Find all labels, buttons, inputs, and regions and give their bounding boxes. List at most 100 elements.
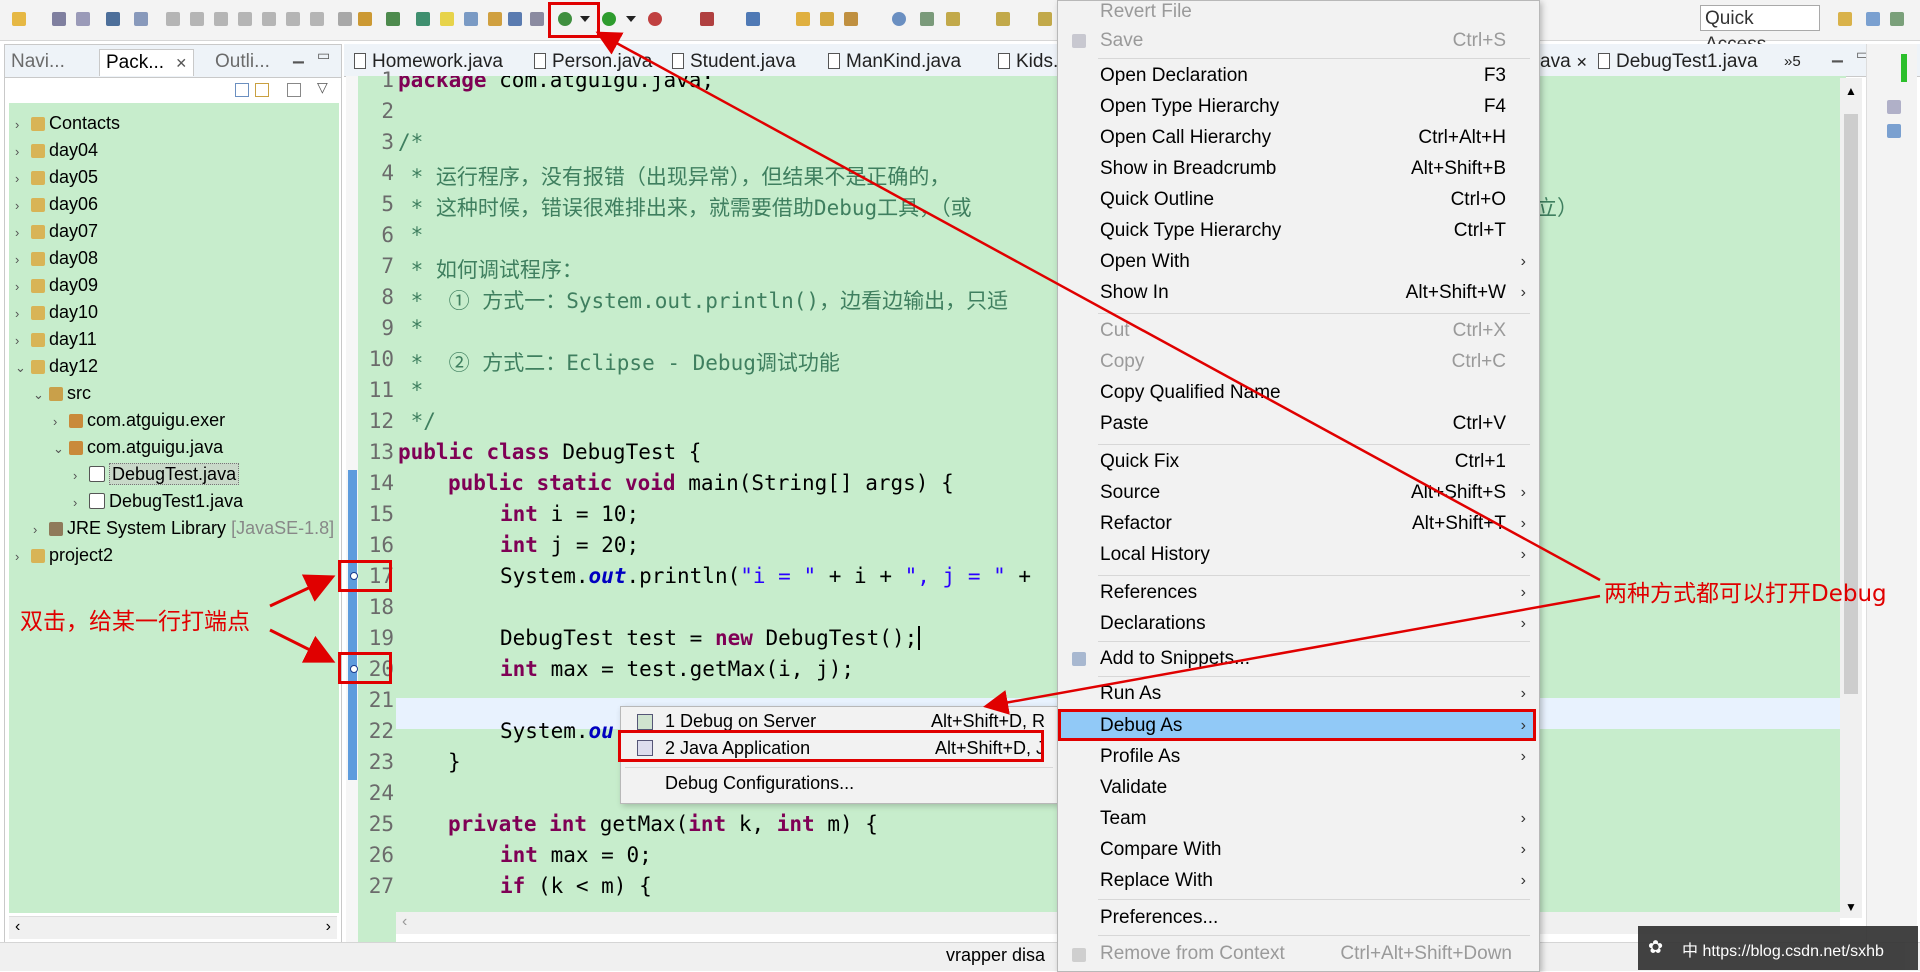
scroll-down-icon[interactable]: ▼ bbox=[1845, 900, 1857, 914]
expand-icon[interactable]: › bbox=[15, 248, 29, 272]
open-file-icon[interactable] bbox=[820, 12, 834, 26]
editor-tab-person[interactable]: Person.java bbox=[534, 49, 652, 75]
tree-item-day12[interactable]: ⌄ day12 bbox=[15, 354, 98, 378]
menu-item-open-with[interactable]: Open With › bbox=[1100, 248, 1528, 276]
expand-icon[interactable]: › bbox=[73, 464, 87, 488]
menu-item-quick-type-hierarchy[interactable]: Quick Type Hierarchy Ctrl+T bbox=[1100, 217, 1528, 245]
tree-item-day08[interactable]: › day08 bbox=[15, 246, 98, 270]
disconnect-icon[interactable] bbox=[238, 12, 252, 26]
tree-item-day11[interactable]: › day11 bbox=[15, 327, 97, 351]
expand-icon[interactable]: › bbox=[15, 140, 29, 164]
expand-icon[interactable]: › bbox=[15, 302, 29, 326]
collapse-icon[interactable]: ⌄ bbox=[15, 356, 29, 380]
view-menu-icon[interactable]: ▽ bbox=[317, 79, 328, 96]
expand-icon[interactable]: › bbox=[15, 221, 29, 245]
step-return-icon[interactable] bbox=[310, 12, 324, 26]
tree-item-jre-library[interactable]: › JRE System Library [JavaSE-1.8] bbox=[33, 516, 334, 540]
menu-item-source[interactable]: Source Alt+Shift+S › bbox=[1100, 479, 1528, 507]
collapse-icon[interactable]: ⌄ bbox=[53, 437, 67, 461]
tree-item-package-exer[interactable]: › com.atguigu.exer bbox=[53, 408, 225, 432]
open-resource-icon[interactable] bbox=[508, 12, 522, 26]
paragraph-icon[interactable] bbox=[530, 12, 544, 26]
menu-item-run-as[interactable]: Run As › bbox=[1100, 680, 1528, 708]
menu-item-show-in-breadcrumb[interactable]: Show in Breadcrumb Alt+Shift+B bbox=[1100, 155, 1528, 183]
suspend-icon[interactable] bbox=[190, 12, 204, 26]
menu-item-profile-as[interactable]: Profile As › bbox=[1100, 743, 1528, 771]
tab-outline[interactable]: Outli... bbox=[215, 49, 270, 75]
menu-item-show-in[interactable]: Show In Alt+Shift+W › bbox=[1100, 279, 1528, 307]
expand-icon[interactable]: › bbox=[73, 491, 87, 515]
minimize-icon[interactable]: ▁ bbox=[293, 47, 304, 64]
new-file-icon[interactable] bbox=[12, 12, 26, 26]
maximize-icon[interactable]: ▭ bbox=[317, 47, 330, 64]
side-toolbar-icon[interactable] bbox=[1887, 100, 1901, 114]
menu-item-add-to-snippets[interactable]: Add to Snippets... bbox=[1100, 645, 1528, 673]
step-over-icon[interactable] bbox=[286, 12, 300, 26]
tree-item-day10[interactable]: › day10 bbox=[15, 300, 98, 324]
menu-item-open-type-hierarchy[interactable]: Open Type Hierarchy F4 bbox=[1100, 93, 1528, 121]
open-task-icon[interactable] bbox=[358, 12, 372, 26]
tree-item-debugtest[interactable]: › DebugTest.java bbox=[73, 462, 240, 488]
tree-item-debugtest1[interactable]: › DebugTest1.java bbox=[73, 489, 243, 513]
use-step-filters-icon[interactable] bbox=[338, 12, 352, 26]
menu-item-team[interactable]: Team › bbox=[1100, 805, 1528, 833]
focus-task-icon[interactable] bbox=[287, 83, 301, 97]
open-folder-icon[interactable] bbox=[796, 12, 810, 26]
editor-tab-debugtest1[interactable]: DebugTest1.java bbox=[1598, 49, 1758, 75]
scroll-right-icon[interactable]: › bbox=[326, 918, 331, 936]
tree-item-day04[interactable]: › day04 bbox=[15, 138, 98, 162]
coverage-icon[interactable] bbox=[648, 12, 662, 26]
menu-item-quick-outline[interactable]: Quick Outline Ctrl+O bbox=[1100, 186, 1528, 214]
menu-item-compare-with[interactable]: Compare With › bbox=[1100, 836, 1528, 864]
menu-item-debug-configurations[interactable]: Debug Configurations... bbox=[665, 770, 1045, 796]
minimize-icon[interactable]: ▁ bbox=[1832, 46, 1843, 63]
expand-icon[interactable]: › bbox=[33, 518, 47, 542]
tree-item-day07[interactable]: › day07 bbox=[15, 219, 98, 243]
save-all-icon[interactable] bbox=[76, 12, 90, 26]
scroll-left-icon[interactable]: ‹ bbox=[15, 918, 20, 936]
prev-annotation-icon[interactable] bbox=[946, 12, 960, 26]
tree-item-contacts[interactable]: › Contacts bbox=[15, 111, 120, 135]
expand-icon[interactable]: › bbox=[15, 113, 29, 137]
menu-item-remove-from-context[interactable]: Remove from Context Ctrl+Alt+Shift+Down bbox=[1100, 940, 1528, 968]
tree-item-src[interactable]: ⌄ src bbox=[33, 381, 91, 405]
menu-item-open-call-hierarchy[interactable]: Open Call Hierarchy Ctrl+Alt+H bbox=[1100, 124, 1528, 152]
menu-item-declarations[interactable]: Declarations › bbox=[1100, 610, 1528, 638]
menu-item-preferences[interactable]: Preferences... bbox=[1100, 904, 1528, 932]
tree-item-package-java[interactable]: ⌄ com.atguigu.java bbox=[53, 435, 223, 459]
open-perspective-icon[interactable] bbox=[1838, 12, 1852, 26]
tab-package-explorer[interactable]: Pack... ✕ bbox=[99, 49, 195, 76]
menu-item-cut[interactable]: Cut Ctrl+X bbox=[1100, 317, 1528, 345]
back-icon[interactable] bbox=[996, 12, 1010, 26]
close-icon[interactable]: ✕ bbox=[1576, 54, 1588, 70]
close-icon[interactable]: ✕ bbox=[175, 55, 187, 71]
tree-item-project2[interactable]: › project2 bbox=[15, 543, 113, 567]
expand-icon[interactable]: › bbox=[15, 329, 29, 353]
globe-icon[interactable] bbox=[892, 12, 906, 26]
step-into-icon[interactable] bbox=[262, 12, 276, 26]
run-dropdown-icon[interactable] bbox=[626, 16, 636, 22]
next-annotation-icon[interactable] bbox=[920, 12, 934, 26]
scroll-left-icon[interactable]: ‹ bbox=[402, 913, 407, 931]
menu-item-refactor[interactable]: Refactor Alt+Shift+T › bbox=[1100, 510, 1528, 538]
expand-icon[interactable]: › bbox=[15, 275, 29, 299]
editor-vertical-scrollbar[interactable]: ▲ ▼ bbox=[1840, 78, 1862, 918]
editor-tab-debugtest[interactable]: ava ✕ bbox=[1540, 49, 1588, 75]
annotation-icon[interactable] bbox=[464, 12, 478, 26]
horizontal-scrollbar[interactable]: ‹ › bbox=[9, 916, 337, 939]
terminal-icon[interactable] bbox=[106, 12, 120, 26]
skip-breakpoints-icon[interactable] bbox=[134, 12, 148, 26]
menu-item-copy[interactable]: Copy Ctrl+C bbox=[1100, 348, 1528, 376]
menu-item-replace-with[interactable]: Replace With › bbox=[1100, 867, 1528, 895]
menu-item-paste[interactable]: Paste Ctrl+V bbox=[1100, 410, 1528, 438]
expand-icon[interactable]: › bbox=[15, 545, 29, 569]
menu-item-save[interactable]: Save Ctrl+S bbox=[1100, 27, 1528, 55]
resume-icon[interactable] bbox=[166, 12, 180, 26]
side-toolbar-icon[interactable] bbox=[1887, 124, 1901, 138]
run-icon[interactable] bbox=[602, 12, 616, 26]
expand-icon[interactable]: › bbox=[15, 194, 29, 218]
collapse-all-icon[interactable] bbox=[235, 83, 249, 97]
open-type-icon[interactable] bbox=[488, 12, 502, 26]
expand-icon[interactable]: › bbox=[15, 167, 29, 191]
link-editor-icon[interactable] bbox=[255, 83, 269, 97]
